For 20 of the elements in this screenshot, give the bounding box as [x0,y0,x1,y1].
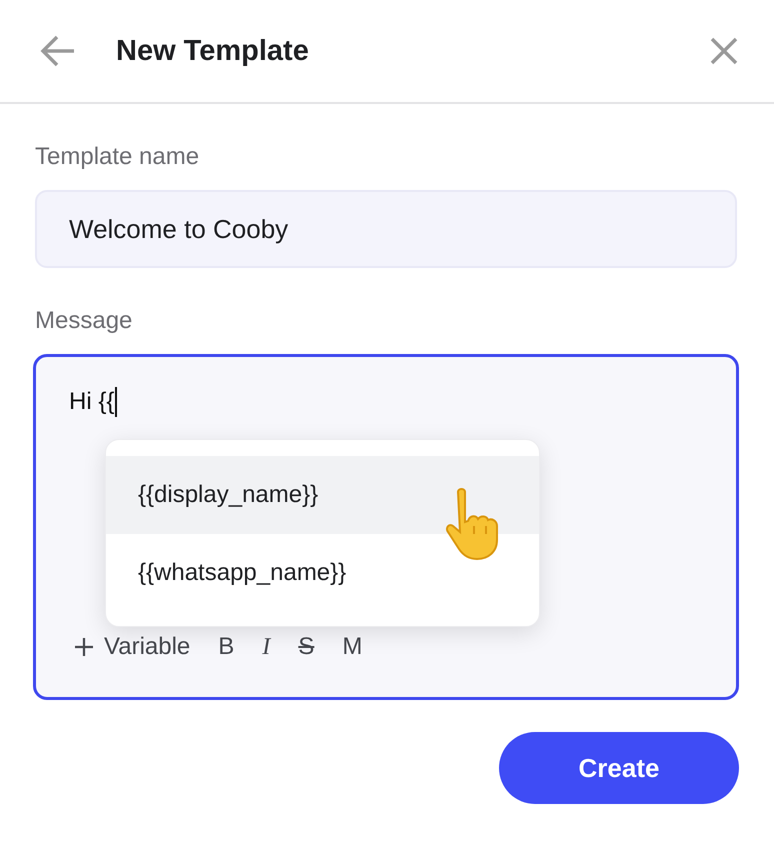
strike-button[interactable]: S [298,633,314,661]
template-name-field[interactable]: Welcome to Cooby [35,190,737,268]
back-button[interactable] [40,34,76,68]
menu-item[interactable]: {{display_name}} [106,456,539,534]
message-text: Hi {{ [69,388,114,416]
mono-button[interactable]: M [342,633,362,661]
menu-item[interactable]: {{whatsapp_name}} [106,534,539,612]
window-title: New Template [116,34,310,68]
close-button[interactable] [710,37,738,65]
add-variable-button[interactable]: Variable [74,633,190,661]
message-field[interactable]: Hi {{ Variable B I S M {{display_name}} {{whatsapp_name}} [33,354,739,700]
create-button[interactable]: Create [499,732,739,804]
plus-icon [74,637,94,657]
italic-button[interactable]: I [262,634,270,660]
field-label: Template name [35,142,200,172]
text-cursor [115,387,118,417]
bold-button[interactable]: B [218,633,234,661]
back-arrow-icon [40,34,76,68]
field-label: Message [35,306,134,336]
close-icon [710,37,738,65]
